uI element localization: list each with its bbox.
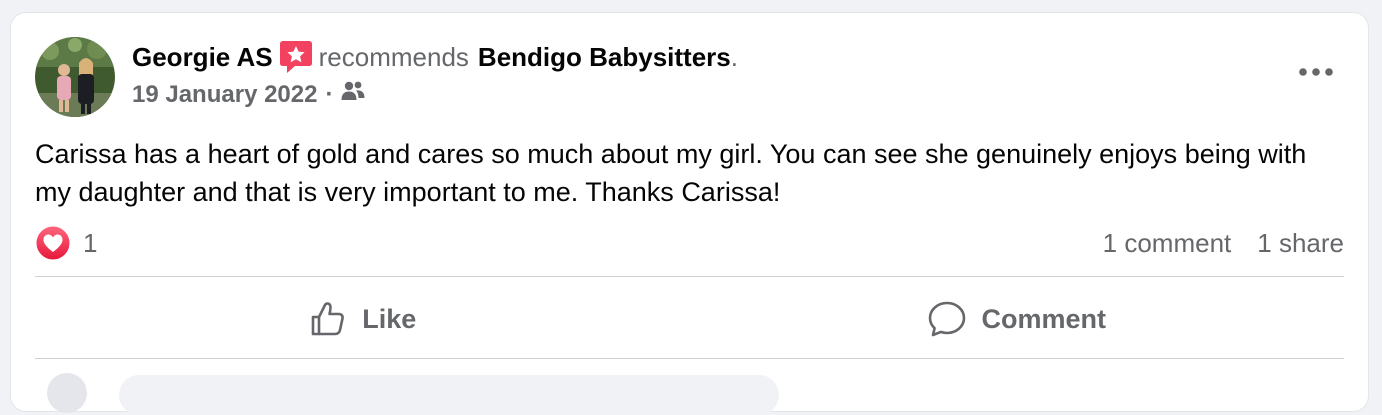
post-meta: 19 January 2022 · [132,79,365,111]
commenter-avatar [47,373,87,413]
comment-button[interactable]: Comment [690,277,1345,361]
engagement-stats: 1 comment 1 share [1103,228,1344,259]
share-count-link[interactable]: 1 share [1257,228,1344,259]
reaction-count[interactable]: 1 [83,228,97,259]
love-reaction-icon[interactable] [35,225,71,261]
post-date[interactable]: 19 January 2022 [132,79,317,111]
comment-count-link[interactable]: 1 comment [1103,228,1232,259]
meta-separator: · [325,81,334,108]
author-name[interactable]: Georgie AS [132,40,273,74]
comment-input[interactable] [119,375,779,415]
post-card: Georgie AS recommends Bendigo Babysitter… [10,12,1369,415]
page-name-suffix: . [730,42,738,72]
more-icon [1299,68,1333,76]
author-avatar[interactable] [35,37,115,117]
recommends-text: recommends [318,42,469,72]
avatar-photo [35,37,115,117]
page-name-link[interactable]: Bendigo Babysitters [478,40,731,74]
more-options-button[interactable] [1294,57,1338,87]
friends-icon[interactable] [341,79,365,111]
post-body: Carissa has a heart of gold and cares so… [35,139,1307,207]
divider-bottom [35,358,1344,359]
comment-bubble-icon [929,301,966,337]
like-label: Like [362,303,417,334]
recommendation-star-icon [279,39,313,75]
post-header: Georgie AS recommends Bendigo Babysitter… [132,39,738,75]
reactions-row: 1 1 comment 1 share [35,225,1344,261]
thumbs-up-icon [311,302,345,336]
post-actions: Like Comment [35,277,1344,361]
like-button[interactable]: Like [35,277,690,361]
comment-label: Comment [981,303,1106,334]
